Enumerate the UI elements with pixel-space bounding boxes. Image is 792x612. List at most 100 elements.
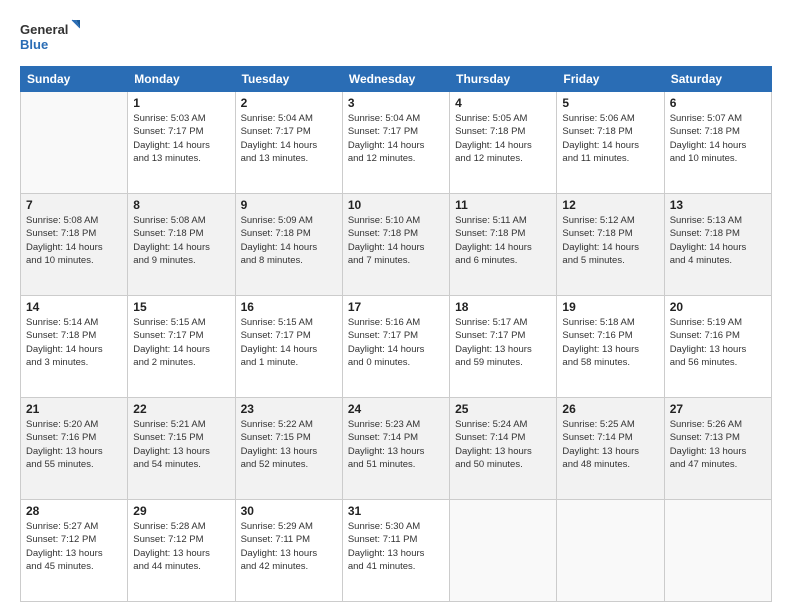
day-number: 20 bbox=[670, 300, 766, 314]
day-info: Sunrise: 5:22 AMSunset: 7:15 PMDaylight:… bbox=[241, 418, 337, 471]
calendar-cell: 21Sunrise: 5:20 AMSunset: 7:16 PMDayligh… bbox=[21, 398, 128, 500]
calendar-cell: 23 Sunrise: 5:22 AMSunset: 7:15 PMDayligh… bbox=[235, 398, 342, 500]
calendar-cell: 29Sunrise: 5:28 AMSunset: 7:12 PMDayligh… bbox=[128, 500, 235, 602]
calendar-cell: 25 Sunrise: 5:24 AMSunset: 7:14 PMDayligh… bbox=[450, 398, 557, 500]
calendar-cell: 5 Sunrise: 5:06 AMSunset: 7:18 PMDaylight… bbox=[557, 92, 664, 194]
day-info: Sunrise: 5:24 AMSunset: 7:14 PMDaylight:… bbox=[455, 418, 551, 471]
page: General Blue SundayMondayTuesdayWednesda… bbox=[0, 0, 792, 612]
calendar-cell: 28 Sunrise: 5:27 AMSunset: 7:12 PMDayligh… bbox=[21, 500, 128, 602]
week-row-4: 21Sunrise: 5:20 AMSunset: 7:16 PMDayligh… bbox=[21, 398, 772, 500]
calendar-cell: 6 Sunrise: 5:07 AMSunset: 7:18 PMDaylight… bbox=[664, 92, 771, 194]
day-info: Sunrise: 5:04 AMSunset: 7:17 PMDaylight:… bbox=[241, 112, 337, 165]
day-info: Sunrise: 5:15 AMSunset: 7:17 PMDaylight:… bbox=[241, 316, 337, 369]
calendar-cell: 19 Sunrise: 5:18 AMSunset: 7:16 PMDayligh… bbox=[557, 296, 664, 398]
day-info: Sunrise: 5:05 AMSunset: 7:18 PMDaylight:… bbox=[455, 112, 551, 165]
weekday-monday: Monday bbox=[128, 67, 235, 92]
day-info: Sunrise: 5:25 AMSunset: 7:14 PMDaylight:… bbox=[562, 418, 658, 471]
day-info: Sunrise: 5:19 AMSunset: 7:16 PMDaylight:… bbox=[670, 316, 766, 369]
weekday-wednesday: Wednesday bbox=[342, 67, 449, 92]
day-info: Sunrise: 5:23 AMSunset: 7:14 PMDaylight:… bbox=[348, 418, 444, 471]
day-number: 2 bbox=[241, 96, 337, 110]
weekday-tuesday: Tuesday bbox=[235, 67, 342, 92]
day-number: 3 bbox=[348, 96, 444, 110]
week-row-5: 28 Sunrise: 5:27 AMSunset: 7:12 PMDayligh… bbox=[21, 500, 772, 602]
calendar-cell: 17 Sunrise: 5:16 AMSunset: 7:17 PMDayligh… bbox=[342, 296, 449, 398]
day-number: 22 bbox=[133, 402, 229, 416]
day-number: 16 bbox=[241, 300, 337, 314]
day-number: 13 bbox=[670, 198, 766, 212]
calendar-cell: 24 Sunrise: 5:23 AMSunset: 7:14 PMDayligh… bbox=[342, 398, 449, 500]
day-info: Sunrise: 5:29 AMSunset: 7:11 PMDaylight:… bbox=[241, 520, 337, 573]
day-info: Sunrise: 5:21 AMSunset: 7:15 PMDaylight:… bbox=[133, 418, 229, 471]
calendar-cell bbox=[21, 92, 128, 194]
svg-text:Blue: Blue bbox=[20, 37, 48, 52]
day-number: 26 bbox=[562, 402, 658, 416]
calendar-cell: 27 Sunrise: 5:26 AMSunset: 7:13 PMDayligh… bbox=[664, 398, 771, 500]
day-info: Sunrise: 5:07 AMSunset: 7:18 PMDaylight:… bbox=[670, 112, 766, 165]
day-number: 8 bbox=[133, 198, 229, 212]
day-number: 6 bbox=[670, 96, 766, 110]
day-info: Sunrise: 5:06 AMSunset: 7:18 PMDaylight:… bbox=[562, 112, 658, 165]
day-number: 17 bbox=[348, 300, 444, 314]
day-number: 5 bbox=[562, 96, 658, 110]
day-number: 1 bbox=[133, 96, 229, 110]
day-number: 31 bbox=[348, 504, 444, 518]
day-info: Sunrise: 5:14 AMSunset: 7:18 PMDaylight:… bbox=[26, 316, 122, 369]
day-info: Sunrise: 5:20 AMSunset: 7:16 PMDaylight:… bbox=[26, 418, 122, 471]
day-number: 27 bbox=[670, 402, 766, 416]
day-number: 28 bbox=[26, 504, 122, 518]
day-number: 29 bbox=[133, 504, 229, 518]
weekday-sunday: Sunday bbox=[21, 67, 128, 92]
calendar-cell: 22 Sunrise: 5:21 AMSunset: 7:15 PMDayligh… bbox=[128, 398, 235, 500]
calendar-cell: 8 Sunrise: 5:08 AMSunset: 7:18 PMDaylight… bbox=[128, 194, 235, 296]
calendar-cell: 7Sunrise: 5:08 AMSunset: 7:18 PMDaylight… bbox=[21, 194, 128, 296]
calendar-cell: 30 Sunrise: 5:29 AMSunset: 7:11 PMDayligh… bbox=[235, 500, 342, 602]
day-number: 7 bbox=[26, 198, 122, 212]
day-info: Sunrise: 5:08 AMSunset: 7:18 PMDaylight:… bbox=[133, 214, 229, 267]
day-number: 9 bbox=[241, 198, 337, 212]
calendar-cell bbox=[664, 500, 771, 602]
calendar-cell: 4 Sunrise: 5:05 AMSunset: 7:18 PMDaylight… bbox=[450, 92, 557, 194]
week-row-3: 14 Sunrise: 5:14 AMSunset: 7:18 PMDayligh… bbox=[21, 296, 772, 398]
day-info: Sunrise: 5:26 AMSunset: 7:13 PMDaylight:… bbox=[670, 418, 766, 471]
day-number: 24 bbox=[348, 402, 444, 416]
day-info: Sunrise: 5:10 AMSunset: 7:18 PMDaylight:… bbox=[348, 214, 444, 267]
calendar-cell: 10 Sunrise: 5:10 AMSunset: 7:18 PMDayligh… bbox=[342, 194, 449, 296]
day-info: Sunrise: 5:11 AMSunset: 7:18 PMDaylight:… bbox=[455, 214, 551, 267]
weekday-friday: Friday bbox=[557, 67, 664, 92]
day-info: Sunrise: 5:27 AMSunset: 7:12 PMDaylight:… bbox=[26, 520, 122, 573]
calendar-cell: 18Sunrise: 5:17 AMSunset: 7:17 PMDayligh… bbox=[450, 296, 557, 398]
calendar-cell: 26 Sunrise: 5:25 AMSunset: 7:14 PMDayligh… bbox=[557, 398, 664, 500]
day-info: Sunrise: 5:12 AMSunset: 7:18 PMDaylight:… bbox=[562, 214, 658, 267]
day-number: 15 bbox=[133, 300, 229, 314]
calendar-cell: 2 Sunrise: 5:04 AMSunset: 7:17 PMDaylight… bbox=[235, 92, 342, 194]
calendar-cell: 9Sunrise: 5:09 AMSunset: 7:18 PMDaylight… bbox=[235, 194, 342, 296]
calendar-cell: 11 Sunrise: 5:11 AMSunset: 7:18 PMDayligh… bbox=[450, 194, 557, 296]
day-number: 4 bbox=[455, 96, 551, 110]
calendar-cell: 3 Sunrise: 5:04 AMSunset: 7:17 PMDaylight… bbox=[342, 92, 449, 194]
day-number: 19 bbox=[562, 300, 658, 314]
calendar-cell: 15 Sunrise: 5:15 AMSunset: 7:17 PMDayligh… bbox=[128, 296, 235, 398]
logo-svg: General Blue bbox=[20, 16, 80, 56]
weekday-header-row: SundayMondayTuesdayWednesdayThursdayFrid… bbox=[21, 67, 772, 92]
day-number: 30 bbox=[241, 504, 337, 518]
day-info: Sunrise: 5:13 AMSunset: 7:18 PMDaylight:… bbox=[670, 214, 766, 267]
svg-text:General: General bbox=[20, 22, 68, 37]
calendar-table: SundayMondayTuesdayWednesdayThursdayFrid… bbox=[20, 66, 772, 602]
day-info: Sunrise: 5:16 AMSunset: 7:17 PMDaylight:… bbox=[348, 316, 444, 369]
day-number: 25 bbox=[455, 402, 551, 416]
calendar-cell: 31Sunrise: 5:30 AMSunset: 7:11 PMDayligh… bbox=[342, 500, 449, 602]
day-number: 10 bbox=[348, 198, 444, 212]
day-number: 23 bbox=[241, 402, 337, 416]
day-number: 14 bbox=[26, 300, 122, 314]
day-info: Sunrise: 5:15 AMSunset: 7:17 PMDaylight:… bbox=[133, 316, 229, 369]
day-info: Sunrise: 5:03 AMSunset: 7:17 PMDaylight:… bbox=[133, 112, 229, 165]
calendar-cell: 13 Sunrise: 5:13 AMSunset: 7:18 PMDayligh… bbox=[664, 194, 771, 296]
day-number: 12 bbox=[562, 198, 658, 212]
day-number: 11 bbox=[455, 198, 551, 212]
weekday-saturday: Saturday bbox=[664, 67, 771, 92]
day-info: Sunrise: 5:18 AMSunset: 7:16 PMDaylight:… bbox=[562, 316, 658, 369]
header: General Blue bbox=[20, 16, 772, 56]
week-row-1: 1 Sunrise: 5:03 AMSunset: 7:17 PMDaylight… bbox=[21, 92, 772, 194]
day-info: Sunrise: 5:04 AMSunset: 7:17 PMDaylight:… bbox=[348, 112, 444, 165]
